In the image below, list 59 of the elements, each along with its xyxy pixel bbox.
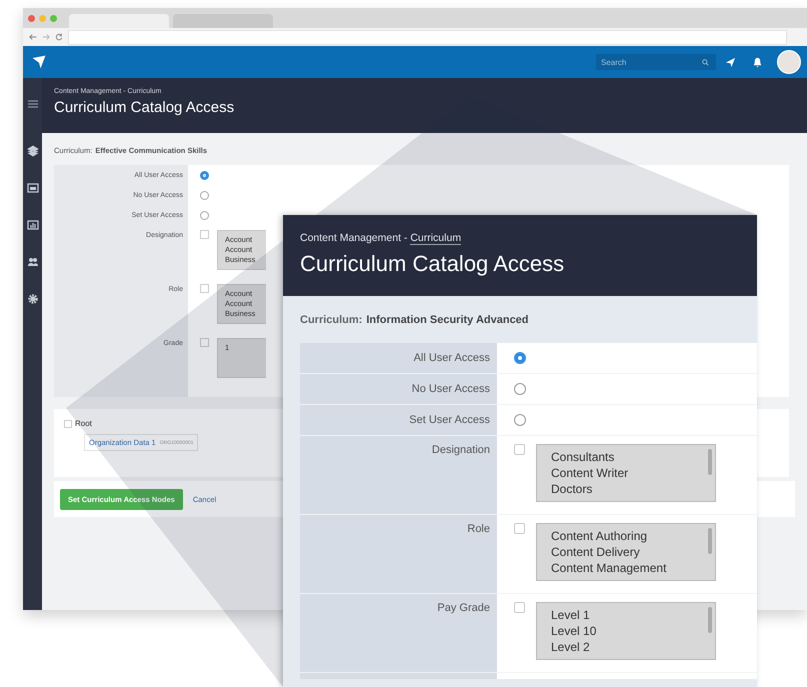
radio-button[interactable]	[514, 414, 526, 426]
access-option-label: Set User Access	[408, 414, 491, 426]
send-icon[interactable]	[725, 56, 736, 68]
radio-button[interactable]	[514, 383, 526, 395]
radio-button[interactable]	[200, 170, 209, 180]
users-icon[interactable]	[26, 256, 38, 268]
scrollbar-thumb[interactable]	[708, 528, 712, 554]
radio-button[interactable]	[200, 190, 209, 200]
checkbox[interactable]	[514, 523, 525, 534]
menu-icon[interactable]	[26, 98, 38, 110]
list-option[interactable]: Content Delivery	[551, 544, 666, 560]
access-option-label: All User Access	[412, 352, 491, 364]
filter-label: Pay Grade	[436, 602, 491, 614]
filter-label: Role	[466, 523, 491, 535]
list-option[interactable]: Consultants	[551, 449, 628, 465]
back-icon[interactable]	[29, 33, 37, 41]
list-box[interactable]: Consultants Content Writer Doctors	[536, 444, 716, 502]
checkbox[interactable]	[64, 420, 72, 428]
scrollbar-thumb[interactable]	[708, 607, 712, 633]
tree-root-label: Root	[75, 419, 92, 428]
maximize-window-icon[interactable]	[50, 14, 57, 22]
settings-icon[interactable]	[26, 293, 38, 305]
checkbox[interactable]	[514, 602, 525, 613]
list-box[interactable]: Content Authoring Content Delivery Content Management	[536, 523, 716, 581]
radio-button[interactable]	[200, 210, 209, 220]
breadcrumb: Content Management -	[300, 232, 408, 245]
list-box[interactable]: Level 1 Level 10 Level 2	[536, 602, 716, 660]
address-bar[interactable]	[68, 30, 787, 44]
paper-plane-logo-icon[interactable]	[31, 54, 47, 70]
list-option[interactable]: Level 2	[551, 639, 596, 655]
checkbox[interactable]	[514, 444, 525, 455]
forward-icon[interactable]	[42, 33, 50, 41]
chart-icon[interactable]	[26, 219, 38, 231]
radio-button[interactable]	[514, 352, 526, 364]
scrollbar-thumb[interactable]	[708, 449, 712, 475]
access-option-label: No User Access	[410, 383, 491, 395]
list-option[interactable]: Level 10	[551, 623, 596, 639]
breadcrumb-link[interactable]: Curriculum	[410, 232, 462, 245]
search-field[interactable]: Search	[596, 54, 716, 70]
list-option[interactable]: Level 1	[551, 607, 596, 623]
notifications-icon[interactable]	[752, 56, 763, 68]
checkbox[interactable]	[200, 230, 209, 239]
curriculum-name: Information Security Advanced	[366, 314, 529, 326]
user-avatar[interactable]	[777, 50, 801, 74]
list-option[interactable]: Content Writer	[551, 465, 628, 481]
checkbox[interactable]	[200, 284, 209, 293]
close-window-icon[interactable]	[28, 14, 35, 22]
page-title: Curriculum Catalog Access	[54, 99, 236, 116]
layers-icon[interactable]	[26, 145, 38, 157]
page-title: Curriculum Catalog Access	[300, 251, 566, 277]
list-option[interactable]: Doctors	[551, 481, 628, 497]
filter-label: Designation	[430, 444, 491, 456]
presentation-icon[interactable]	[26, 182, 38, 194]
list-option[interactable]: Content Management	[551, 560, 666, 576]
checkbox[interactable]	[200, 338, 209, 347]
minimize-window-icon[interactable]	[39, 14, 46, 22]
curriculum-label: Curriculum:	[300, 314, 362, 326]
reload-icon[interactable]	[55, 33, 63, 41]
list-option[interactable]: Content Authoring	[551, 528, 666, 544]
